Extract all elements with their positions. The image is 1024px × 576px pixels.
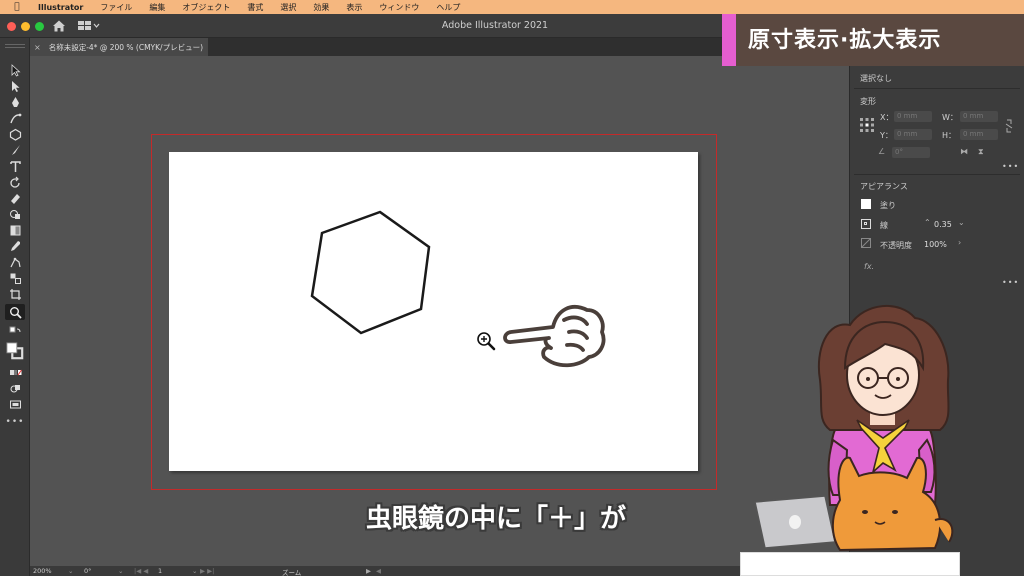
close-tab-icon[interactable]: × bbox=[34, 43, 41, 52]
screen-mode-icon[interactable] bbox=[5, 396, 25, 412]
type-tool-icon[interactable] bbox=[5, 158, 25, 174]
paintbrush-tool-icon[interactable] bbox=[5, 142, 25, 158]
pen-tool-icon[interactable] bbox=[5, 94, 25, 110]
shape-builder-tool-icon[interactable] bbox=[5, 206, 25, 222]
h-field[interactable]: 0 mm bbox=[960, 129, 998, 140]
appearance-section-title: アピアランス bbox=[860, 182, 908, 191]
fill-label: 塗り bbox=[880, 201, 896, 210]
fill-swatch[interactable] bbox=[861, 199, 871, 209]
stroke-stepper-icon[interactable]: ⌃ bbox=[924, 218, 931, 227]
menu-view[interactable]: 表示 bbox=[346, 2, 362, 13]
screen: { "menubar": { "app_name": "Illustrator"… bbox=[0, 0, 1024, 576]
menu-edit[interactable]: 編集 bbox=[149, 2, 165, 13]
selection-status: 選択なし bbox=[860, 74, 892, 83]
tools-panel: ••• bbox=[0, 38, 30, 576]
presenter-characters-illustration bbox=[754, 305, 954, 552]
rotation-view-select[interactable]: 0° bbox=[84, 567, 91, 575]
zoom-tool-icon[interactable] bbox=[5, 304, 25, 320]
pointing-hand-illustration bbox=[503, 304, 606, 368]
angle-icon: ∠ bbox=[878, 147, 886, 156]
scroll-left-icon[interactable]: ◀ bbox=[376, 567, 381, 575]
apple-icon[interactable]:  bbox=[10, 2, 24, 12]
menu-select[interactable]: 選択 bbox=[280, 2, 296, 13]
constrain-proportions-icon[interactable] bbox=[1004, 119, 1014, 133]
y-label: Y： bbox=[880, 131, 893, 140]
menu-app-name[interactable]: Illustrator bbox=[38, 3, 83, 12]
opacity-label: 不透明度 bbox=[880, 241, 912, 250]
x-field[interactable]: 0 mm bbox=[894, 111, 932, 122]
curvature-tool-icon[interactable] bbox=[5, 110, 25, 126]
panel-divider bbox=[854, 88, 1020, 89]
document-tab-bar: × 名称未設定-4* @ 200 % (CMYK/プレビュー) bbox=[30, 38, 840, 56]
first-artboard-icon[interactable]: |◀ ◀ bbox=[134, 567, 148, 575]
document-tab-label: 名称未設定-4* @ 200 % (CMYK/プレビュー) bbox=[48, 42, 203, 52]
rotate-angle-field[interactable]: 0° bbox=[892, 147, 930, 158]
eraser-tool-icon[interactable] bbox=[5, 190, 25, 206]
panel-grip[interactable] bbox=[5, 44, 25, 48]
artboard-tool-icon[interactable] bbox=[5, 286, 25, 302]
selection-tool-icon[interactable] bbox=[5, 62, 25, 78]
hexagon-shape bbox=[310, 210, 431, 335]
subtitle-caption: 虫眼鏡の中に「＋」が bbox=[366, 504, 627, 534]
stroke-label: 線 bbox=[880, 221, 888, 230]
menu-type[interactable]: 書式 bbox=[247, 2, 263, 13]
status-menu-arrow-icon[interactable]: ▶ bbox=[366, 567, 371, 575]
opacity-icon[interactable] bbox=[861, 238, 871, 248]
flip-vertical-icon[interactable]: ⧗ bbox=[978, 147, 984, 157]
h-label: H： bbox=[942, 131, 957, 140]
artboard-artwork bbox=[310, 210, 606, 368]
default-colors-icon[interactable] bbox=[5, 324, 25, 340]
polygon-tool-icon[interactable] bbox=[5, 126, 25, 142]
menu-effect[interactable]: 効果 bbox=[313, 2, 329, 13]
zoom-level-select[interactable]: 200% bbox=[33, 567, 52, 575]
rotation-dropdown-chevron-icon[interactable]: ⌄ bbox=[118, 567, 123, 575]
transform-more-options-icon[interactable]: ••• bbox=[1002, 162, 1019, 171]
mac-menubar:  Illustrator ファイル 編集 オブジェクト 書式 選択 効果 表示… bbox=[0, 0, 1024, 14]
flip-horizontal-icon[interactable]: ⧓ bbox=[960, 147, 968, 156]
title-banner-accent bbox=[722, 14, 736, 66]
document-tab[interactable]: × 名称未設定-4* @ 200 % (CMYK/プレビュー) bbox=[30, 38, 208, 56]
stroke-swatch[interactable] bbox=[861, 219, 871, 229]
stroke-dropdown-chevron-icon[interactable]: ⌄ bbox=[958, 218, 965, 227]
zoom-in-cursor-icon bbox=[477, 332, 496, 351]
eyedropper-tool-icon[interactable] bbox=[5, 238, 25, 254]
artboard-number-field[interactable]: 1 bbox=[158, 567, 162, 575]
title-banner-text: 原寸表示·拡大表示 bbox=[748, 28, 942, 53]
menu-window[interactable]: ウィンドウ bbox=[379, 2, 419, 13]
drawing-mode-icon[interactable] bbox=[5, 380, 25, 396]
blend-tool-icon[interactable] bbox=[5, 270, 25, 286]
status-bar: 200% ⌄ 0° ⌄ |◀ ◀ 1 ⌄ ▶ ▶| ズーム ▶ ◀ bbox=[30, 566, 840, 576]
menu-file[interactable]: ファイル bbox=[100, 2, 132, 13]
color-mode-icon[interactable] bbox=[5, 364, 25, 380]
rotate-tool-icon[interactable] bbox=[5, 174, 25, 190]
opacity-menu-arrow-icon[interactable]: › bbox=[958, 238, 961, 247]
zoom-dropdown-chevron-icon[interactable]: ⌄ bbox=[68, 567, 73, 575]
w-label: W： bbox=[942, 113, 958, 122]
menu-object[interactable]: オブジェクト bbox=[182, 2, 230, 13]
panel-divider bbox=[854, 174, 1020, 175]
artboard-dropdown-chevron-icon[interactable]: ⌄ bbox=[192, 567, 197, 575]
w-field[interactable]: 0 mm bbox=[960, 111, 998, 122]
fx-effects-button[interactable]: fx. bbox=[864, 262, 874, 271]
edit-toolbar-icon[interactable]: ••• bbox=[5, 414, 25, 430]
fill-stroke-swatch-icon[interactable] bbox=[5, 340, 25, 362]
puppet-warp-tool-icon[interactable] bbox=[5, 254, 25, 270]
transform-section-title: 変形 bbox=[860, 97, 876, 106]
menu-help[interactable]: ヘルプ bbox=[436, 2, 460, 13]
stroke-weight-value[interactable]: 0.35 bbox=[934, 220, 952, 229]
artboard[interactable] bbox=[169, 152, 698, 471]
reference-point-icon[interactable] bbox=[860, 118, 874, 132]
y-field[interactable]: 0 mm bbox=[894, 129, 932, 140]
x-label: X： bbox=[880, 113, 894, 122]
status-tool-name: ズーム bbox=[282, 569, 302, 576]
opacity-value[interactable]: 100% bbox=[924, 240, 947, 249]
direct-selection-tool-icon[interactable] bbox=[5, 78, 25, 94]
last-artboard-icon[interactable]: ▶ ▶| bbox=[200, 567, 214, 575]
gradient-tool-icon[interactable] bbox=[5, 222, 25, 238]
